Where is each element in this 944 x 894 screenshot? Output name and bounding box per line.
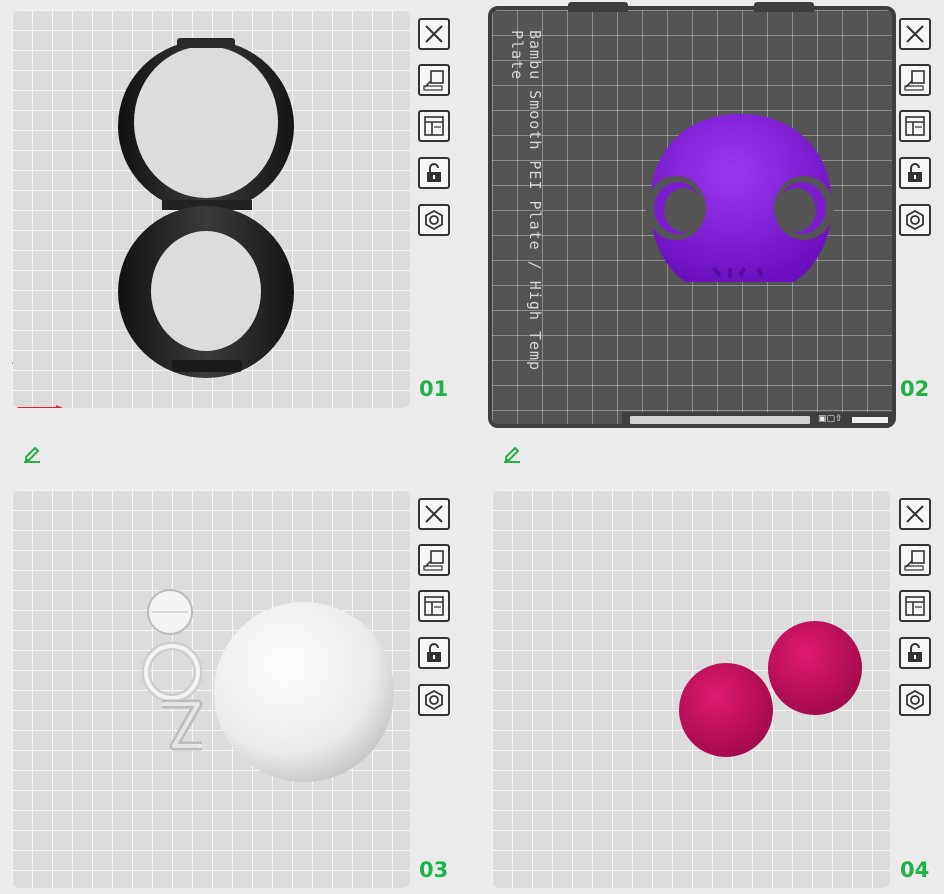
skull-model — [646, 114, 834, 282]
settings-icon — [425, 689, 443, 711]
footer-icons: ▣▢⇧ — [818, 414, 843, 424]
settings-icon — [906, 689, 924, 711]
plate-number: 01 — [419, 377, 449, 401]
edit-plate-name-icon[interactable] — [22, 443, 42, 463]
plate-4[interactable] — [492, 490, 890, 888]
plate-settings-layout-button[interactable] — [418, 590, 450, 622]
plate-number: 02 — [900, 377, 930, 401]
plate-settings-button[interactable] — [899, 204, 931, 236]
layout-icon — [905, 116, 925, 136]
close-icon — [906, 25, 924, 43]
plate-settings-layout-button[interactable] — [899, 590, 931, 622]
lock-plate-button[interactable] — [899, 157, 931, 189]
plate-footer: ▣▢⇧ — [622, 412, 892, 428]
unlock-icon — [427, 163, 441, 182]
plate-number: 04 — [900, 858, 930, 882]
unlock-icon — [908, 163, 922, 182]
close-icon — [425, 25, 443, 43]
plate-type-label: Bambu Smooth PEI Plate / High Temp Plate — [508, 30, 544, 372]
auto-arrange-icon — [904, 70, 925, 91]
delete-plate-button[interactable] — [899, 498, 931, 530]
unlock-icon — [908, 643, 922, 662]
settings-icon — [906, 209, 924, 231]
lock-plate-button[interactable] — [418, 637, 450, 669]
layout-icon — [424, 596, 444, 616]
unlock-icon — [427, 643, 441, 662]
edit-plate-name-icon[interactable] — [502, 443, 522, 463]
footer-mark — [852, 417, 888, 423]
plate-tab — [568, 2, 628, 12]
auto-arrange-icon — [423, 70, 444, 91]
auto-arrange-button[interactable] — [899, 64, 931, 96]
auto-arrange-icon — [423, 550, 444, 571]
layout-icon — [905, 596, 925, 616]
auto-arrange-button[interactable] — [418, 64, 450, 96]
settings-icon — [425, 209, 443, 231]
sphere-parts-model — [141, 589, 394, 782]
auto-arrange-button[interactable] — [899, 544, 931, 576]
plate-1[interactable] — [12, 10, 410, 408]
clamshell-case-model — [118, 38, 294, 378]
lock-plate-button[interactable] — [418, 157, 450, 189]
plate-number: 03 — [419, 858, 449, 882]
lock-plate-button[interactable] — [899, 637, 931, 669]
plate-settings-button[interactable] — [899, 684, 931, 716]
auto-arrange-button[interactable] — [418, 544, 450, 576]
plate-settings-button[interactable] — [418, 204, 450, 236]
plate-2[interactable]: Bambu Smooth PEI Plate / High Temp Plate… — [488, 2, 896, 428]
plate-settings-button[interactable] — [418, 684, 450, 716]
two-spheres-model — [679, 621, 862, 757]
plate-settings-layout-button[interactable] — [899, 110, 931, 142]
layout-icon — [424, 116, 444, 136]
plate-settings-layout-button[interactable] — [418, 110, 450, 142]
footer-bar — [630, 416, 810, 424]
axis-gizmo — [12, 361, 63, 408]
close-icon — [906, 505, 924, 523]
delete-plate-button[interactable] — [899, 18, 931, 50]
delete-plate-button[interactable] — [418, 498, 450, 530]
plate-tab — [754, 2, 814, 12]
delete-plate-button[interactable] — [418, 18, 450, 50]
close-icon — [425, 505, 443, 523]
plate-3[interactable] — [12, 490, 410, 888]
auto-arrange-icon — [904, 550, 925, 571]
